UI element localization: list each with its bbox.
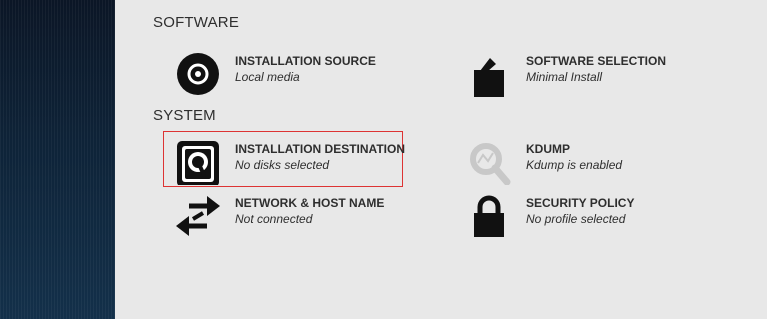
hub-content: SOFTWARE INSTALLATION SOURCE Local media… [115,0,767,319]
spoke-software-selection[interactable]: SOFTWARE SELECTION Minimal Install [454,46,734,98]
spoke-status: No disks selected [235,158,330,172]
spoke-title: INSTALLATION DESTINATION [235,142,405,156]
magnifier-icon [466,139,512,186]
spoke-installation-destination[interactable]: INSTALLATION DESTINATION No disks select… [163,131,443,187]
spoke-title: SECURITY POLICY [526,196,635,210]
spoke-status: Local media [235,70,300,84]
spoke-title: SOFTWARE SELECTION [526,54,667,68]
spoke-security-policy[interactable]: SECURITY POLICY No profile selected [454,188,734,240]
spoke-status: Not connected [235,212,313,226]
sidebar [0,0,115,319]
spoke-installation-source[interactable]: INSTALLATION SOURCE Local media [163,46,443,98]
spoke-kdump[interactable]: KDUMP Kdump is enabled [454,134,734,186]
spoke-status: No profile selected [526,212,626,226]
disc-icon [175,51,221,97]
spoke-status: Kdump is enabled [526,158,623,172]
spoke-title: KDUMP [526,142,570,156]
spoke-status: Minimal Install [526,70,603,84]
section-heading-system: SYSTEM [153,107,216,124]
section-heading-software: SOFTWARE [153,14,240,31]
network-arrows-icon [175,193,221,239]
hard-drive-icon [175,139,221,187]
spoke-network-host-name[interactable]: NETWORK & HOST NAME Not connected [163,188,443,240]
package-icon [466,51,512,97]
spoke-title: NETWORK & HOST NAME [235,196,385,210]
spoke-title: INSTALLATION SOURCE [235,54,376,68]
padlock-icon [466,193,512,239]
